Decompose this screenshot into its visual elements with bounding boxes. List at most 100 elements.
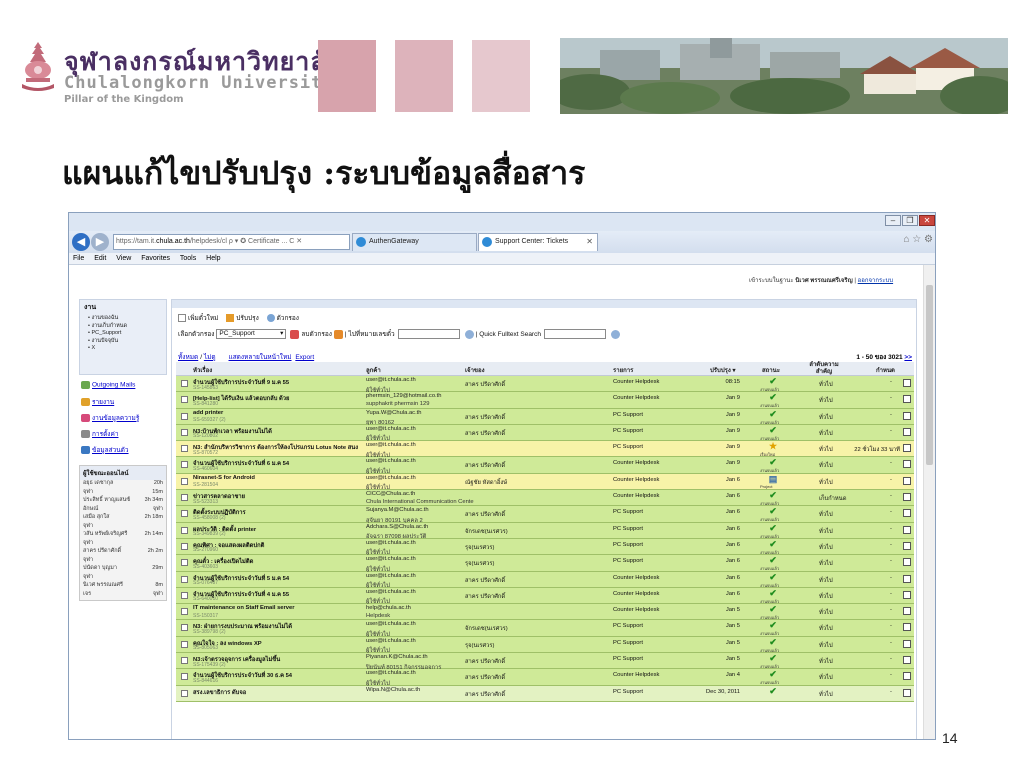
ticket-row[interactable]: ติดตั้งระบบปฏิบัติการ SS-458008 (2) Sujany… xyxy=(176,506,914,524)
menu-file[interactable]: File xyxy=(73,255,84,262)
row-checkbox[interactable] xyxy=(181,591,188,599)
sidebar-link-knowledge[interactable]: งานข้อมูลความรู้ xyxy=(81,413,139,423)
open-ticket-icon[interactable] xyxy=(903,476,911,485)
ticket-subject-link[interactable]: Nirasnet-S for Android xyxy=(193,475,373,481)
row-checkbox[interactable] xyxy=(181,673,188,681)
pager-next-link[interactable]: >> xyxy=(904,354,912,361)
sidebar-item-overdue[interactable]: • งานเก็บกำหนด xyxy=(80,323,166,331)
row-checkbox[interactable] xyxy=(181,657,188,665)
row-checkbox[interactable] xyxy=(181,575,188,583)
ticket-row[interactable]: add printer SS-659327 (2) Yupa.W@Chula.ac.… xyxy=(176,408,914,426)
open-ticket-icon[interactable] xyxy=(903,379,911,387)
menu-tools[interactable]: Tools xyxy=(180,255,196,262)
search-icon[interactable] xyxy=(464,329,474,339)
row-checkbox[interactable] xyxy=(181,461,188,469)
open-ticket-icon[interactable] xyxy=(903,574,911,583)
row-checkbox[interactable] xyxy=(181,608,188,616)
open-ticket-icon[interactable] xyxy=(903,639,911,648)
ticket-subject-link[interactable]: จำนวนผู้ใช้บริการประจำวันที่ 5 ม.ค 54 xyxy=(193,573,373,583)
ticket-subject-link[interactable]: คุณตั๋ว : เครื่องเปิดไม่ติด xyxy=(193,556,373,566)
ticket-subject-link[interactable]: จำนวนผู้ใช้บริการประจำวันที่ 6 ม.ค 54 xyxy=(193,458,373,468)
open-ticket-icon[interactable] xyxy=(903,558,911,567)
online-user-name[interactable]: เสมือ สุกใส xyxy=(83,514,109,521)
rss-icon[interactable] xyxy=(333,329,343,339)
online-user-name[interactable]: จุฬา xyxy=(83,557,93,564)
online-user-name[interactable]: ปนัดดา บุญมา xyxy=(83,565,117,572)
open-ticket-icon[interactable] xyxy=(903,411,911,420)
open-ticket-icon[interactable] xyxy=(903,590,911,599)
open-ticket-icon[interactable] xyxy=(903,688,911,697)
vertical-scrollbar[interactable] xyxy=(923,265,935,739)
ticket-subject-link[interactable]: [Help-list] ได้รับเงิน แล้วตอบกลับ ด้วย xyxy=(193,393,373,403)
view-unread-link[interactable]: ไม่ดู xyxy=(204,354,216,361)
row-checkbox[interactable] xyxy=(181,494,188,502)
browser-toolbar-icons[interactable]: ⌂ ☆ ⚙ xyxy=(903,234,933,245)
row-checkbox[interactable] xyxy=(181,428,188,436)
ticket-row[interactable]: คุณตั๋ว : เครื่องเปิดไม่ติด SS-403603 user… xyxy=(176,555,914,573)
col-subject[interactable]: หัวเรื่อง xyxy=(193,365,212,375)
ticket-row[interactable]: N3: ฝ่ายการงบประมาณ พร้อมงานไม่ได้ SS-389… xyxy=(176,620,914,638)
sidebar-item-x[interactable]: • X xyxy=(80,345,166,353)
ticket-row[interactable]: [Help-list] ได้รับเงิน แล้วตอบกลับ ด้วย S… xyxy=(176,392,914,409)
ticket-subject-link[interactable]: คุณพิศา : จอแสดงผลติดปกติ xyxy=(193,540,373,550)
ticket-row[interactable]: จำนวนผู้ใช้บริการประจำวันที่ 4 ม.ค 55 SS-… xyxy=(176,587,914,605)
ticket-row[interactable]: จำนวนผู้ใช้บริการประจำวันที่ 6 ม.ค 54 SS-… xyxy=(176,457,914,475)
ticket-row[interactable]: จำนวนผู้ใช้บริการประจำวันที่ 9 ม.ค 55 SS-… xyxy=(176,376,914,394)
ticket-number-input[interactable] xyxy=(397,329,460,339)
sidebar-link-outgoing-mails[interactable]: Outgoing Mails xyxy=(81,381,135,389)
ticket-subject-link[interactable]: จำนวนผู้ใช้บริการประจำวันที่ 30 ธ.ค 54 xyxy=(193,670,373,680)
minimize-button[interactable]: – xyxy=(885,215,901,226)
logout-link[interactable]: ออกจากระบบ xyxy=(858,278,893,284)
online-user-name[interactable]: สาคร ปรีดาศักดิ์ xyxy=(83,548,121,555)
close-window-button[interactable]: ✕ xyxy=(919,215,935,226)
row-checkbox[interactable] xyxy=(181,526,188,534)
online-user-name[interactable]: นิเวศ พรรณณศรี xyxy=(83,582,123,589)
col-queue[interactable]: รายการ xyxy=(613,365,633,375)
row-checkbox[interactable] xyxy=(181,559,188,567)
ticket-subject-link[interactable]: add printer xyxy=(193,410,373,416)
row-checkbox[interactable] xyxy=(181,412,188,420)
forward-button[interactable]: ▶ xyxy=(91,233,109,251)
sidebar-link-reports[interactable]: รายงาน xyxy=(81,397,114,407)
back-button[interactable]: ◀ xyxy=(72,233,90,251)
clear-filter-button[interactable]: ลบตัวกรอง xyxy=(301,329,332,339)
quick-search-input[interactable] xyxy=(543,329,606,339)
export-link[interactable]: Export xyxy=(295,354,314,361)
ticket-row[interactable]: Nirasnet-S for Android SS-281504 user@it.c… xyxy=(176,473,914,491)
maximize-button[interactable]: ❐ xyxy=(902,215,918,226)
ticket-row[interactable]: จำนวนผู้ใช้บริการประจำวันที่ 30 ธ.ค 54 SS… xyxy=(176,669,914,687)
row-checkbox[interactable] xyxy=(181,640,188,648)
open-ticket-icon[interactable] xyxy=(903,444,911,453)
row-checkbox[interactable] xyxy=(181,396,188,404)
online-user-name[interactable]: เจร xyxy=(83,591,91,598)
close-tab-icon[interactable]: ✕ xyxy=(586,234,593,250)
sidebar-link-settings[interactable]: การตั้งค่า xyxy=(81,429,118,439)
row-checkbox[interactable] xyxy=(181,624,188,632)
open-ticket-icon[interactable] xyxy=(903,395,911,404)
col-due[interactable]: กำหนด xyxy=(876,365,895,375)
sidebar-item-my-tickets[interactable]: • งานของฉัน xyxy=(80,315,166,323)
row-checkbox[interactable] xyxy=(181,445,188,453)
menu-favorites[interactable]: Favorites xyxy=(141,255,170,262)
open-ticket-icon[interactable] xyxy=(903,672,911,681)
filter-select[interactable]: PC_Support xyxy=(216,329,287,339)
sidebar-link-profile[interactable]: ข้อมูลส่วนตัว xyxy=(81,445,129,455)
tab-support-center[interactable]: Support Center: Tickets ✕ xyxy=(478,233,598,251)
view-all-link[interactable]: ทั้งหมด xyxy=(178,354,198,361)
show-new-window-link[interactable]: แสดงหลายในหน้าใหม่ xyxy=(229,354,292,361)
ticket-subject-link[interactable]: ข่าวสารตลาดอาชาย xyxy=(193,491,373,501)
new-ticket-button[interactable]: เพิ่มตั๋วใหม่ xyxy=(188,315,218,322)
menu-view[interactable]: View xyxy=(116,255,131,262)
ticket-subject-link[interactable]: สรง.เลขาธิการ ดับจอ xyxy=(193,687,373,697)
tab-authengateway[interactable]: AuthenGateway xyxy=(352,233,477,251)
ticket-row[interactable]: N3: สำนักบริหารวิชาการ ต้องการให้ลงโปรแก… xyxy=(176,441,914,459)
sidebar-item-current[interactable]: • งานปัจจุบัน xyxy=(80,338,166,346)
row-checkbox[interactable] xyxy=(181,477,188,485)
open-ticket-icon[interactable] xyxy=(903,427,911,436)
open-ticket-icon[interactable] xyxy=(903,656,911,665)
open-ticket-icon[interactable] xyxy=(903,623,911,632)
ticket-row[interactable]: จำนวนผู้ใช้บริการประจำวันที่ 5 ม.ค 54 SS-… xyxy=(176,571,914,589)
open-ticket-icon[interactable] xyxy=(903,509,911,518)
online-user-name[interactable]: จุฬา xyxy=(83,523,93,530)
ticket-subject-link[interactable]: จำนวนผู้ใช้บริการประจำวันที่ 9 ม.ค 55 xyxy=(193,377,373,387)
